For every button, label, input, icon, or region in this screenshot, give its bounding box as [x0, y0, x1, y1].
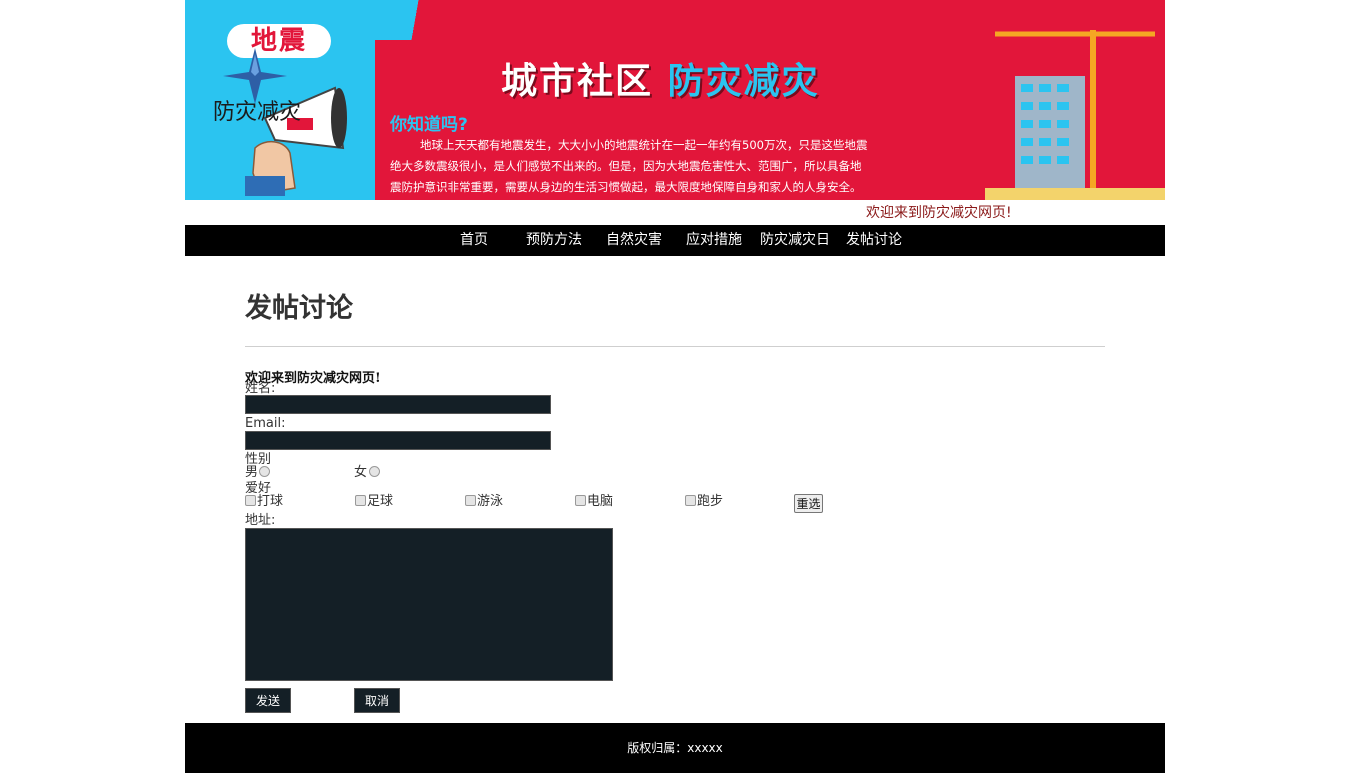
email-label: Email: — [245, 416, 286, 431]
hobby-label-computer: 电脑 — [587, 494, 614, 509]
gender-female-label: 女 — [354, 465, 368, 480]
header-banner: 地震 防灾减灾 城市社区 防灾减灾 你知道吗? 地球上天天都有地震发生，大大小小… — [185, 0, 1165, 200]
banner-body-line: 震防护意识非常重要，需要从身边的生活习惯做起，最大限度地保障自身和家人的人身安全… — [390, 180, 862, 194]
hobby-checkbox-computer[interactable] — [575, 495, 586, 506]
banner-question: 你知道吗? — [390, 115, 468, 135]
name-label: 姓名: — [245, 381, 276, 396]
nav-item-forum[interactable]: 发帖讨论 — [846, 225, 902, 256]
banner-body-line: 地球上天天都有地震发生，大大小小的地震统计在一起一年约有500万次，只是这些地震 — [420, 138, 868, 152]
hobby-label-swimming: 游泳 — [477, 494, 504, 509]
building-crane-illustration — [985, 30, 1165, 200]
name-input[interactable] — [245, 395, 551, 414]
nav-item-response[interactable]: 应对措施 — [686, 225, 742, 256]
footer-copyright: 版权归属：xxxxx — [627, 741, 723, 755]
gender-male-label: 男 — [245, 465, 259, 480]
main-nav: 首页 预防方法 自然灾害 应对措施 防灾减灾日 发帖讨论 — [185, 225, 1165, 256]
banner-title: 城市社区 防灾减灾 — [501, 52, 820, 104]
banner-body: 地球上天天都有地震发生，大大小小的地震统计在一起一年约有500万次，只是这些地震… — [390, 135, 990, 198]
welcome-marquee: 欢迎来到防灾减灾网页! — [866, 205, 1012, 221]
nav-item-prevention[interactable]: 预防方法 — [526, 225, 582, 256]
gender-male-radio[interactable] — [259, 466, 270, 477]
hobby-checkbox-running[interactable] — [685, 495, 696, 506]
footer: 版权归属：xxxxx — [185, 723, 1165, 773]
address-textarea[interactable] — [245, 528, 613, 681]
hobby-checkbox-ball[interactable] — [245, 495, 256, 506]
gender-female-radio[interactable] — [369, 466, 380, 477]
banner-body-line: 绝大多数震级很小，是人们感觉不出来的。但是，因为大地震危害性大、范围广，所以具备… — [390, 159, 862, 173]
hobby-checkbox-swimming[interactable] — [465, 495, 476, 506]
email-input[interactable] — [245, 431, 551, 450]
page-title: 发帖讨论 — [245, 293, 353, 324]
cancel-button[interactable]: 取消 — [354, 688, 400, 713]
nav-item-disaster-day[interactable]: 防灾减灾日 — [760, 225, 830, 256]
hobby-checkbox-football[interactable] — [355, 495, 366, 506]
logo-text: 防灾减灾 — [213, 100, 302, 125]
nav-item-natural-disasters[interactable]: 自然灾害 — [606, 225, 662, 256]
banner-title-accent: 防灾减灾 — [667, 61, 820, 102]
reset-button[interactable]: 重选 — [794, 494, 823, 513]
submit-button[interactable]: 发送 — [245, 688, 291, 713]
divider — [245, 346, 1105, 347]
hobby-label-ball: 打球 — [257, 494, 284, 509]
nav-item-home[interactable]: 首页 — [460, 225, 488, 256]
banner-title-main: 城市社区 — [501, 61, 654, 102]
address-label: 地址: — [245, 513, 276, 528]
hobby-label-football: 足球 — [367, 494, 394, 509]
hobby-label-running: 跑步 — [697, 494, 724, 509]
